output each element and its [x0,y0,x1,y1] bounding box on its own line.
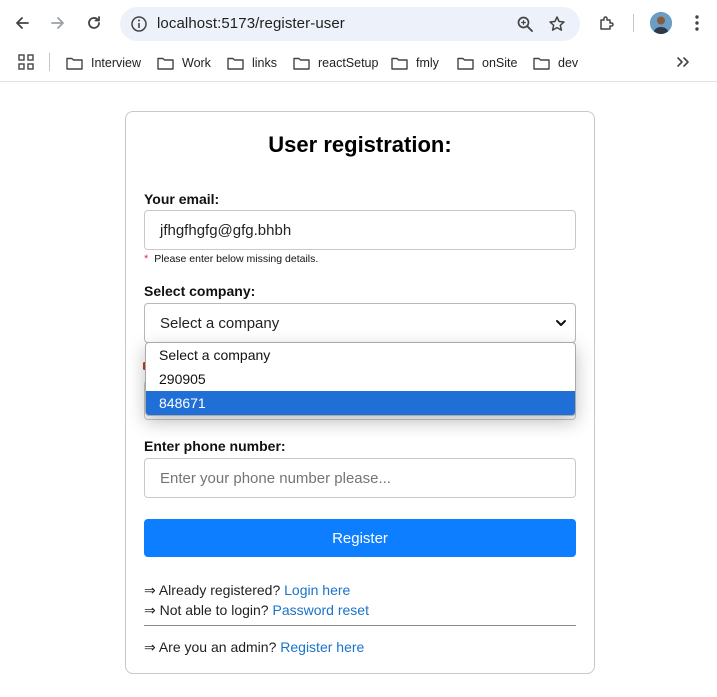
folder-icon [66,57,83,70]
apps-grid-icon[interactable] [18,54,34,70]
email-label: Your email: [144,191,220,207]
bookmark-label: reactSetup [318,56,379,70]
dropdown-option[interactable]: 290905 [146,367,575,391]
kebab-menu-icon [695,15,699,31]
company-select[interactable]: Select a company [144,303,576,343]
bookmark-star-icon[interactable] [548,15,566,33]
email-field[interactable]: jfhgfhgfg@gfg.bhbh [144,210,576,250]
extensions-button[interactable] [596,12,618,34]
bookmark-dev[interactable]: dev [533,52,578,74]
bookmark-fmly[interactable]: fmly [391,52,439,74]
error-message: * Please enter below missing details. [144,253,318,265]
back-button[interactable] [10,11,34,35]
phone-label: Enter phone number: [144,438,286,454]
phone-input[interactable]: Enter your phone number please... [144,458,576,498]
reset-line: ⇒ Not able to login? Password reset [144,602,369,619]
address-bar[interactable]: localhost:5173/register-user [120,7,580,41]
divider [144,625,576,626]
arrow-right-icon [51,17,64,29]
bookmark-label: Interview [91,56,142,70]
browser-toolbar: localhost:5173/register-user [0,0,717,46]
chevron-down-icon [556,320,566,326]
admin-prefix: ⇒ Are you an admin? [144,639,281,655]
dropdown-option-highlighted[interactable]: 848671 [146,391,575,415]
admin-line: ⇒ Are you an admin? Register here [144,639,364,656]
company-select-value: Select a company [160,314,280,332]
admin-register-link[interactable]: Register here [280,639,364,655]
error-text: Please enter below missing details. [154,253,319,265]
company-dropdown-list: Select a company 290905 848671 [145,342,576,416]
address-url: localhost:5173/register-user [157,15,345,32]
puzzle-icon [600,16,614,30]
folder-icon [157,57,174,70]
login-prefix: ⇒ Already registered? [144,582,285,598]
reset-prefix: ⇒ Not able to login? [144,602,273,618]
folder-icon [457,57,474,70]
folder-icon [533,57,550,70]
toolbar-divider [633,14,634,32]
bookmark-work[interactable]: Work [157,52,211,74]
bookmark-reactsetup[interactable]: reactSetup [293,52,378,74]
bookmark-label: links [252,56,278,70]
password-reset-link[interactable]: Password reset [272,602,368,618]
folder-icon [227,57,244,70]
folder-icon [293,57,310,70]
bookmark-label: dev [558,56,579,70]
bookmark-links[interactable]: links [227,52,277,74]
dropdown-option[interactable]: Select a company [146,343,575,367]
login-line: ⇒ Already registered? Login here [144,582,350,599]
page-title: User registration: [268,132,452,157]
bookmarks-divider [49,53,50,71]
login-link[interactable]: Login here [284,582,350,598]
register-button[interactable]: Register [144,519,576,557]
bookmarks-bar: Interview Work links reactSetup fmly onS… [0,46,717,82]
bookmark-label: fmly [416,56,439,70]
arrow-left-icon [16,17,29,29]
forward-button[interactable] [46,11,70,35]
required-star: * [144,253,149,265]
person-icon [650,12,672,34]
bookmark-onsite[interactable]: onSite [457,52,517,74]
company-label: Select company: [144,283,256,299]
profile-avatar[interactable] [650,12,672,34]
reload-icon [88,16,100,29]
folder-icon [391,57,408,70]
chevron-double-right-icon[interactable] [675,54,691,70]
browser-menu-button[interactable] [686,12,708,34]
zoom-icon[interactable] [516,15,534,33]
bookmark-interview[interactable]: Interview [66,52,141,74]
site-info-icon[interactable] [130,15,148,33]
reload-button[interactable] [82,11,106,35]
bookmark-label: Work [182,56,211,70]
bookmark-label: onSite [482,56,518,70]
